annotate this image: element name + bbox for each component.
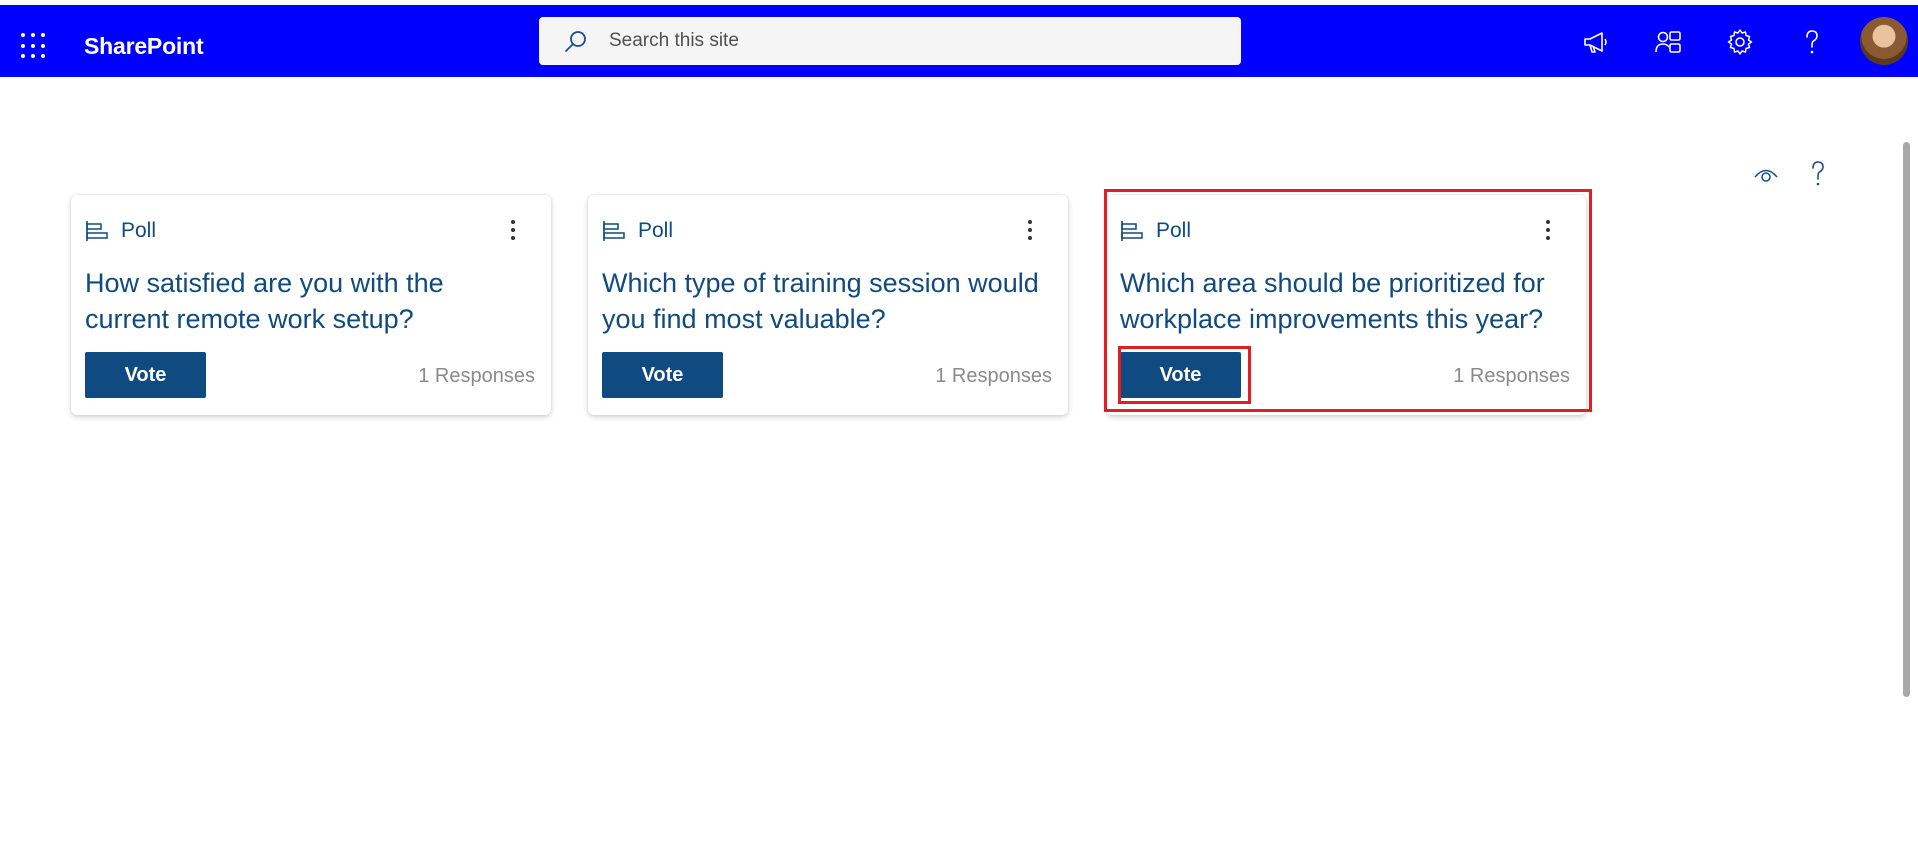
vote-button[interactable]: Vote <box>602 352 723 398</box>
poll-type-label: Poll <box>121 219 157 242</box>
more-options-icon[interactable] <box>1020 217 1040 243</box>
response-count: 1 Responses <box>418 365 535 387</box>
brand-title[interactable]: SharePoint <box>84 33 204 60</box>
vote-button[interactable]: Vote <box>1120 352 1241 398</box>
suite-bar: SharePoint <box>0 5 1918 77</box>
poll-card: Poll How satisfied are you with the curr… <box>71 195 551 415</box>
megaphone-icon[interactable] <box>1582 28 1610 56</box>
app-launcher-icon[interactable] <box>21 33 47 59</box>
view-icon[interactable] <box>1752 160 1780 188</box>
response-count: 1 Responses <box>935 365 1052 387</box>
poll-icon <box>86 221 108 241</box>
search-input[interactable] <box>609 17 1209 65</box>
poll-question[interactable]: Which type of training session would you… <box>602 265 1052 337</box>
search-icon <box>565 31 586 52</box>
response-count: 1 Responses <box>1453 365 1570 387</box>
poll-type-label: Poll <box>638 219 674 242</box>
page-tools <box>1752 160 1832 188</box>
vertical-scrollbar[interactable] <box>1903 142 1910 697</box>
poll-type: Poll <box>602 219 673 243</box>
help-icon[interactable] <box>1804 160 1832 188</box>
poll-icon <box>603 221 625 241</box>
vote-button[interactable]: Vote <box>85 352 206 398</box>
poll-card: Poll Which area should be prioritized fo… <box>1106 195 1586 415</box>
poll-type: Poll <box>1120 219 1191 243</box>
search-box[interactable] <box>539 17 1241 65</box>
poll-question[interactable]: How satisfied are you with the current r… <box>85 265 535 337</box>
avatar[interactable] <box>1860 17 1908 65</box>
more-options-icon[interactable] <box>503 217 523 243</box>
poll-question[interactable]: Which area should be prioritized for wor… <box>1120 265 1570 337</box>
gear-icon[interactable] <box>1726 28 1754 56</box>
poll-card: Poll Which type of training session woul… <box>588 195 1068 415</box>
more-options-icon[interactable] <box>1538 217 1558 243</box>
share-icon[interactable] <box>1654 28 1682 56</box>
poll-type-label: Poll <box>1156 219 1192 242</box>
poll-icon <box>1121 221 1143 241</box>
poll-type: Poll <box>85 219 156 243</box>
help-icon[interactable] <box>1798 28 1826 56</box>
